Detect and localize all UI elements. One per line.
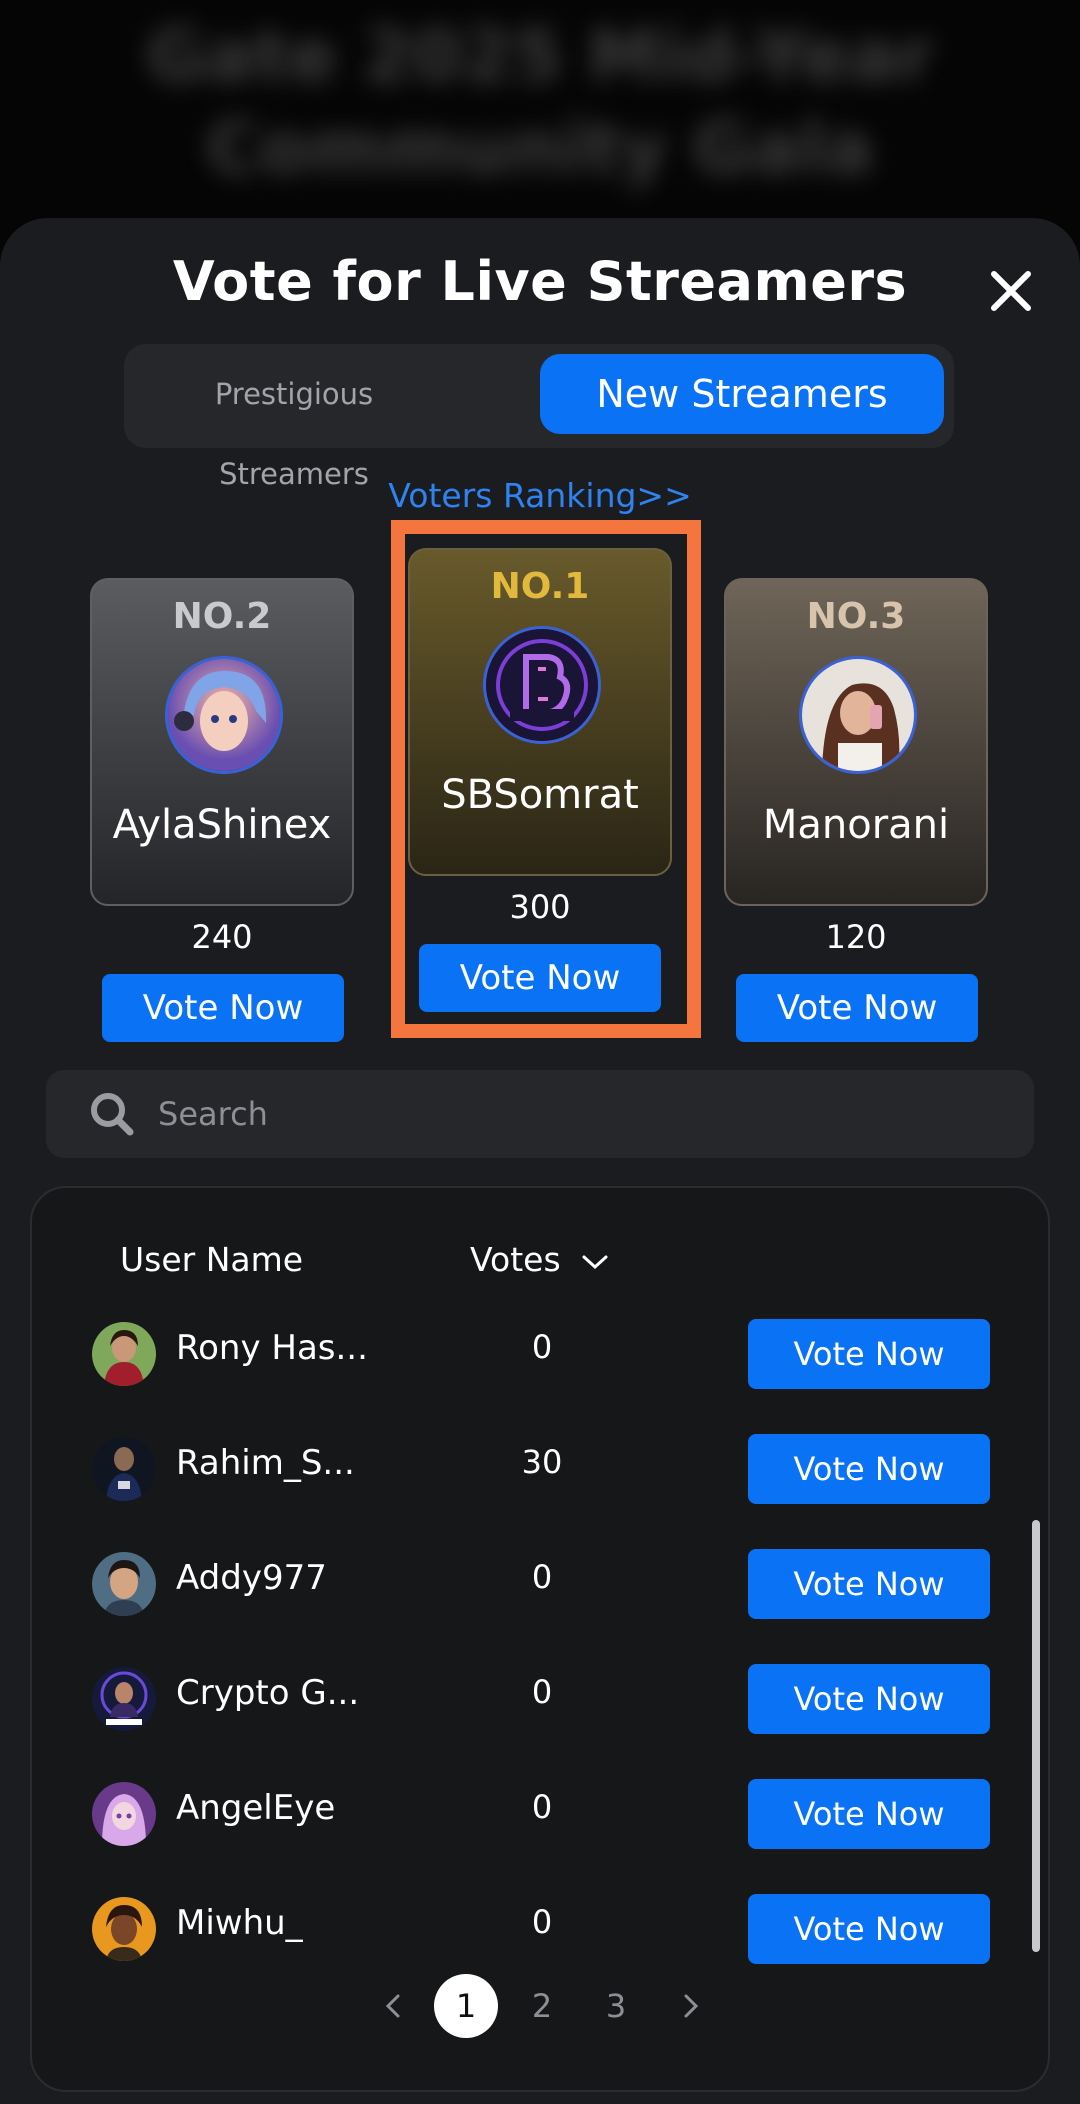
podium-votes-third: 120	[825, 918, 887, 956]
vote-button[interactable]: Vote Now	[748, 1664, 990, 1734]
streamer-name: Manorani	[762, 802, 950, 848]
vote-button[interactable]: Vote Now	[748, 1319, 990, 1389]
vote-sheet: Vote for Live Streamers Prestigious Stre…	[0, 218, 1080, 2104]
sheet-title: Vote for Live Streamers	[172, 250, 908, 313]
vote-button[interactable]: Vote Now	[748, 1434, 990, 1504]
table-row: Rahim_S... 30 Vote Now	[32, 1421, 1052, 1536]
search-bar	[46, 1070, 1034, 1158]
streamer-list: Rony Has... 0 Vote Now Rahim_S... 30 Vot…	[32, 1306, 1052, 2048]
podium-votes-second: 240	[191, 918, 253, 956]
chevron-down-icon	[582, 1255, 608, 1269]
podium-card-third[interactable]: NO.3 Manorani	[724, 578, 988, 906]
vote-button[interactable]: Vote Now	[748, 1549, 990, 1619]
avatar	[92, 1322, 156, 1386]
rank-label: NO.3	[806, 596, 906, 637]
first-place-highlight	[391, 520, 701, 1038]
streamer-list-panel: User Name Votes Rony Has... 0 Vote Now R…	[30, 1186, 1050, 2092]
rank-label: NO.2	[172, 596, 272, 637]
votes-header-label: Votes	[470, 1240, 561, 1279]
page-2-button[interactable]: 2	[510, 1974, 574, 2038]
podium-card-second[interactable]: NO.2 AylaShinex	[90, 578, 354, 906]
user-votes: 0	[531, 1903, 553, 1941]
user-name: Crypto G...	[176, 1673, 360, 1713]
user-name: AngelEye	[176, 1788, 336, 1828]
table-row: Rony Has... 0 Vote Now	[32, 1306, 1052, 1421]
avatar	[92, 1667, 156, 1731]
column-header-votes[interactable]: Votes	[470, 1240, 609, 1279]
avatar	[92, 1437, 156, 1501]
vote-button[interactable]: Vote Now	[748, 1894, 990, 1964]
streamer-tabs: Prestigious Streamers New Streamers	[124, 344, 954, 491]
search-icon	[88, 1090, 136, 1138]
avatar	[165, 656, 283, 774]
avatar	[92, 1782, 156, 1846]
vote-button[interactable]: Vote Now	[748, 1779, 990, 1849]
background-event-title: Gate 2025 Mid-Year Community Gala	[146, 14, 934, 190]
search-input[interactable]	[158, 1084, 998, 1144]
list-scrollbar[interactable]	[1032, 1520, 1040, 1952]
avatar	[799, 656, 917, 774]
user-name: Rahim_S...	[176, 1443, 355, 1483]
avatar	[92, 1897, 156, 1961]
vote-button-second[interactable]: Vote Now	[102, 974, 344, 1042]
user-votes: 0	[531, 1673, 553, 1711]
voters-ranking-link[interactable]: Voters Ranking>>	[0, 476, 1080, 515]
user-votes: 0	[531, 1558, 553, 1596]
page-1-button[interactable]: 1	[434, 1974, 498, 2038]
close-icon[interactable]	[984, 264, 1038, 318]
chevron-right-icon[interactable]	[658, 1974, 722, 2038]
tab-new-streamers[interactable]: New Streamers	[540, 354, 944, 434]
table-row: AngelEye 0 Vote Now	[32, 1766, 1052, 1881]
avatar	[92, 1552, 156, 1616]
pagination: 1 2 3	[32, 1974, 1052, 2044]
chevron-left-icon[interactable]	[362, 1974, 426, 2038]
table-row: Crypto G... 0 Vote Now	[32, 1651, 1052, 1766]
column-header-user: User Name	[120, 1240, 304, 1279]
user-votes: 30	[521, 1443, 563, 1481]
user-name: Rony Has...	[176, 1328, 368, 1368]
page-3-button[interactable]: 3	[584, 1974, 648, 2038]
tab-prestigious-streamers[interactable]: Prestigious Streamers	[144, 354, 444, 491]
streamer-name: AylaShinex	[112, 802, 332, 848]
user-name: Miwhu_	[176, 1903, 303, 1943]
vote-button-third[interactable]: Vote Now	[736, 974, 978, 1042]
user-votes: 0	[531, 1328, 553, 1366]
user-name: Addy977	[176, 1558, 327, 1598]
user-votes: 0	[531, 1788, 553, 1826]
table-row: Addy977 0 Vote Now	[32, 1536, 1052, 1651]
